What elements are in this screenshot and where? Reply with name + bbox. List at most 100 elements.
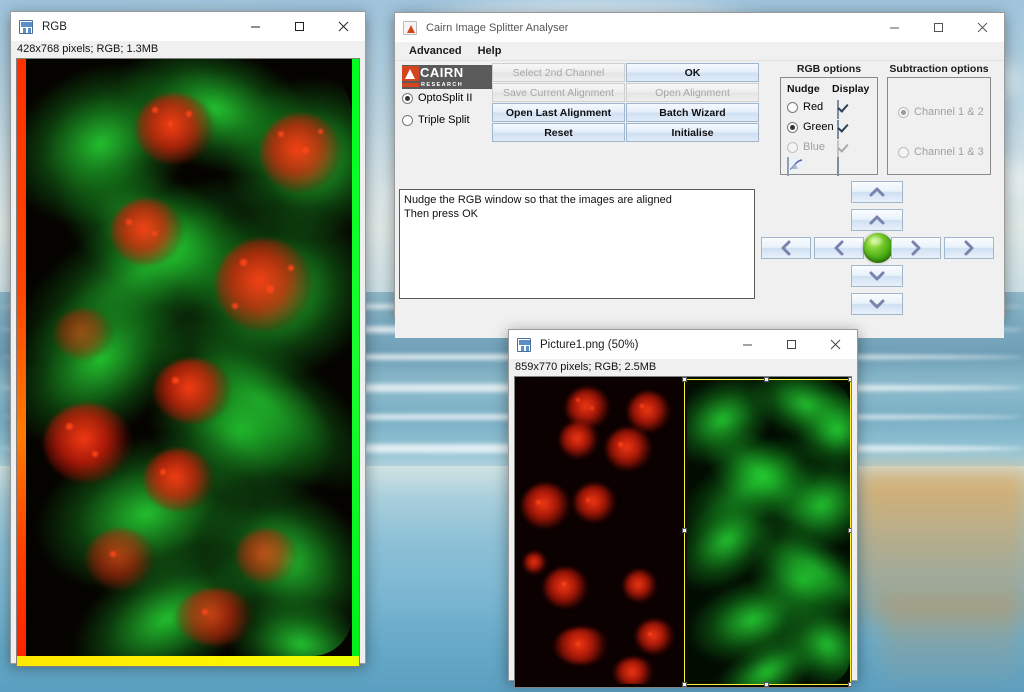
mode-radio-label: OptoSplit II	[418, 92, 473, 104]
batch-wizard-button[interactable]: Batch Wizard	[626, 103, 759, 122]
cairn-logo-word: CAIRN	[420, 65, 464, 80]
nudge-up-coarse-button[interactable]	[851, 181, 903, 203]
close-button[interactable]	[960, 13, 1004, 42]
rgb-image-window[interactable]: RGB 428x768 pixels; RGB; 1.3MB	[10, 11, 366, 667]
roi-handle[interactable]	[682, 377, 687, 382]
picture1-canvas-wrap[interactable]	[514, 376, 852, 688]
radio-indicator[interactable]	[898, 106, 909, 118]
picture1-window-controls	[725, 330, 857, 359]
nudge-radio-label: Blue	[803, 141, 826, 153]
cairn-triangle-icon	[402, 65, 419, 81]
initialise-button[interactable]: Initialise	[626, 123, 759, 142]
cairn-logo-subtitle: RESEARCH	[421, 82, 464, 88]
green-fringe-right	[352, 59, 359, 666]
cairn-window-title: Cairn Image Splitter Analyser	[426, 21, 569, 34]
split-channel-image[interactable]	[515, 377, 851, 687]
roi-handle[interactable]	[848, 682, 851, 687]
red-fringe-left	[17, 59, 26, 666]
radio-indicator[interactable]	[787, 121, 798, 133]
ok-button[interactable]: OK	[626, 63, 759, 82]
maximize-button[interactable]	[916, 13, 960, 42]
roi-handle[interactable]	[764, 682, 769, 687]
desktop: RGB 428x768 pixels; RGB; 1.3MB Cairn Ima…	[0, 0, 1024, 692]
nudge-left-coarse-button[interactable]	[761, 237, 811, 259]
minimize-button[interactable]	[233, 12, 277, 41]
open-alignment-button[interactable]: Open Alignment	[626, 83, 759, 102]
nudge-radio-blue[interactable]: Blue	[787, 141, 825, 153]
nudge-radio-green[interactable]: Green	[787, 121, 834, 133]
menu-help[interactable]: Help	[470, 43, 510, 59]
menu-advanced[interactable]: Advanced	[401, 43, 470, 59]
radio-indicator[interactable]	[402, 114, 413, 126]
cairn-research-logo: CAIRN RESEARCH	[402, 65, 492, 89]
rgb-window-controls	[233, 12, 365, 41]
radio-indicator[interactable]	[402, 92, 413, 104]
nudge-right-fine-button[interactable]	[891, 237, 941, 259]
cairn-window-controls	[872, 13, 1004, 42]
maximize-button[interactable]	[769, 330, 813, 359]
imagej-icon	[19, 19, 35, 35]
status-log-textarea[interactable]: Nudge the RGB window so that the images …	[399, 189, 755, 299]
cairn-image-splitter-window[interactable]: Cairn Image Splitter Analyser Advanced H…	[394, 12, 1005, 338]
picture1-image-info: 859x770 pixels; RGB; 2.5MB	[509, 359, 857, 376]
reset-button[interactable]: Reset	[492, 123, 625, 142]
maximize-button[interactable]	[277, 12, 321, 41]
picture1-window-title: Picture1.png (50%)	[540, 338, 639, 351]
close-button[interactable]	[321, 12, 365, 41]
subtraction-radio-ch13[interactable]: Channel 1 & 3	[898, 146, 984, 158]
rgb-window-titlebar[interactable]: RGB	[11, 12, 365, 41]
nudge-pad	[753, 181, 1003, 326]
rgb-options-group: RGB options Nudge Display Red Green Blue	[780, 63, 878, 176]
nudge-left-fine-button[interactable]	[814, 237, 864, 259]
select-2nd-channel-button[interactable]: Select 2nd Channel	[492, 63, 625, 82]
rgb-image-canvas-wrap[interactable]	[16, 58, 360, 667]
display-column-header: Display	[832, 83, 870, 95]
display-checkbox-red[interactable]	[837, 100, 839, 119]
radio-indicator[interactable]	[898, 146, 909, 158]
cairn-window-body: CAIRN RESEARCH OptoSplit II Triple Split…	[395, 61, 1004, 338]
open-last-alignment-button[interactable]: Open Last Alignment	[492, 103, 625, 122]
nudge-down-coarse-button[interactable]	[851, 293, 903, 315]
nudge-column-header: Nudge	[787, 83, 820, 95]
radio-indicator[interactable]	[787, 101, 798, 113]
extra-display-checkbox[interactable]	[837, 157, 839, 176]
nudge-radio-label: Green	[803, 121, 834, 133]
mode-radio-triplesplit[interactable]: Triple Split	[402, 114, 470, 126]
cairn-menubar[interactable]: Advanced Help	[395, 42, 1004, 61]
subtraction-radio-label: Channel 1 & 2	[914, 106, 984, 118]
picture1-image-window[interactable]: Picture1.png (50%) 859x770 pixels; RGB; …	[508, 329, 858, 688]
picture1-window-titlebar[interactable]: Picture1.png (50%)	[509, 330, 857, 359]
nudge-radio-red[interactable]: Red	[787, 101, 823, 113]
red-channel-image[interactable]	[515, 377, 684, 687]
save-current-alignment-button[interactable]: Save Current Alignment	[492, 83, 625, 102]
roi-handle[interactable]	[848, 377, 851, 382]
roi-handle[interactable]	[764, 377, 769, 382]
subtraction-radio-ch12[interactable]: Channel 1 & 2	[898, 106, 984, 118]
close-button[interactable]	[813, 330, 857, 359]
cairn-window-titlebar[interactable]: Cairn Image Splitter Analyser	[395, 13, 1004, 42]
display-checkbox-green[interactable]	[837, 120, 839, 139]
minimize-button[interactable]	[872, 13, 916, 42]
radio-indicator[interactable]	[787, 141, 798, 153]
merged-rgb-fluorescence-image[interactable]	[17, 59, 359, 666]
yellow-roi-selection[interactable]	[682, 377, 851, 687]
roi-handle[interactable]	[848, 528, 851, 533]
cairn-app-icon	[403, 20, 419, 36]
mode-radio-optosplit2[interactable]: OptoSplit II	[402, 92, 472, 104]
roi-handle[interactable]	[682, 528, 687, 533]
nudge-right-coarse-button[interactable]	[944, 237, 994, 259]
log-line-1: Nudge the RGB window so that the images …	[404, 194, 672, 206]
nudge-up-fine-button[interactable]	[851, 209, 903, 231]
log-line-2: Then press OK	[404, 208, 478, 220]
subtraction-options-group: Subtraction options Channel 1 & 2 Channe…	[887, 63, 991, 175]
roi-handle[interactable]	[682, 682, 687, 687]
minimize-button[interactable]	[725, 330, 769, 359]
green-status-led	[863, 233, 893, 263]
rgb-image-content	[26, 59, 352, 656]
mode-radio-label: Triple Split	[418, 114, 470, 126]
nudge-down-fine-button[interactable]	[851, 265, 903, 287]
imagej-icon	[517, 337, 533, 353]
subtraction-options-title: Subtraction options	[889, 63, 989, 75]
lut-curve-icon[interactable]	[787, 157, 803, 176]
rgb-window-title: RGB	[42, 20, 67, 33]
